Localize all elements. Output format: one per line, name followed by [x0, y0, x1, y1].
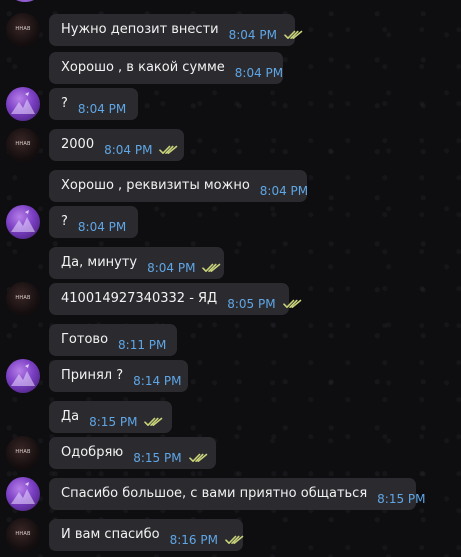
read-checkmarks-icon: [188, 453, 208, 463]
message-time: 8:04 PM: [77, 102, 127, 116]
message-text: 2000: [61, 136, 95, 152]
message-meta: 8:11 PM: [118, 339, 166, 356]
read-checkmarks-icon: [284, 30, 303, 40]
message-text: Хорошо , реквизиты можно: [61, 177, 250, 193]
message-time: 8:11 PM: [118, 338, 167, 352]
message-time: 8:04 PM: [147, 261, 196, 275]
avatar-logo-text: HHAB: [15, 26, 31, 32]
avatar[interactable]: [6, 359, 40, 393]
message-time: 8:04 PM: [104, 143, 153, 157]
message-text: Нужно депозит внести: [61, 21, 219, 37]
message-time: 8:14 PM: [133, 374, 182, 388]
message-time: 8:15 PM: [377, 492, 426, 506]
message-bubble[interactable]: Хорошо , реквизиты можно 8:04 PM: [49, 170, 308, 202]
avatar[interactable]: [6, 477, 40, 511]
message-time: 8:04 PM: [234, 66, 284, 80]
message-text: Хорошо , в какой сумме: [61, 59, 225, 75]
message-meta: 8:04 PM: [147, 262, 221, 279]
message-text: И вам спасибо: [61, 526, 160, 542]
message-bubble[interactable]: ? 8:04 PM: [49, 206, 138, 238]
message-bubble[interactable]: Да, минуту 8:04 PM: [49, 247, 224, 279]
avatar-logo-text: HHAB: [15, 141, 31, 147]
message-bubble[interactable]: Хорошо , в какой сумме 8:04 PM: [49, 52, 283, 84]
message-bubble[interactable]: 410014927340332 - ЯД 8:05 PM: [49, 283, 301, 315]
message-bubble[interactable]: 2000 8:04 PM: [49, 129, 184, 161]
avatar[interactable]: [10, 0, 40, 2]
message-meta: 8:16 PM: [170, 534, 244, 551]
message-time: 8:04 PM: [77, 220, 127, 234]
message-time: 8:16 PM: [169, 533, 218, 547]
message-meta: 8:04 PM: [104, 144, 178, 161]
message-text: Одобряю: [61, 444, 124, 460]
read-checkmarks-icon: [159, 145, 178, 155]
message-time: 8:05 PM: [227, 297, 276, 311]
message-text: ?: [61, 95, 68, 111]
read-checkmarks-icon: [225, 535, 244, 545]
avatar[interactable]: [6, 87, 40, 121]
message-meta: 8:14 PM: [133, 375, 181, 392]
message-text: 410014927340332 - ЯД: [61, 290, 218, 306]
message-text: ?: [61, 213, 68, 229]
chat-history: HHAB Нужно депозит внести 8:04 PM Хорошо , …: [0, 0, 461, 557]
message-time: 8:04 PM: [228, 28, 277, 42]
message-meta: 8:15 PM: [377, 493, 425, 510]
message-meta: 8:04 PM: [78, 221, 126, 238]
message-time: 8:15 PM: [89, 415, 138, 429]
message-meta: 8:04 PM: [260, 185, 308, 202]
message-meta: 8:15 PM: [89, 416, 163, 433]
avatar[interactable]: HHAB: [6, 13, 40, 47]
message-meta: 8:04 PM: [78, 103, 126, 120]
read-checkmarks-icon: [202, 263, 221, 273]
message-time: 8:15 PM: [133, 451, 182, 465]
avatar[interactable]: HHAB: [6, 282, 40, 316]
message-time: 8:04 PM: [259, 184, 309, 198]
message-text: Да, минуту: [61, 254, 138, 270]
message-text: Готово: [61, 331, 109, 347]
message-bubble[interactable]: Да 8:15 PM: [49, 401, 172, 433]
avatar[interactable]: HHAB: [6, 128, 40, 162]
message-meta: 8:04 PM: [229, 29, 303, 46]
message-meta: 8:04 PM: [235, 67, 283, 84]
message-text: Да: [61, 408, 80, 424]
message-bubble[interactable]: И вам спасибо 8:16 PM: [49, 519, 244, 551]
message-bubble[interactable]: Одобряю 8:15 PM: [49, 437, 216, 469]
avatar-logo-text: HHAB: [15, 295, 31, 301]
message-text: Спасибо большое, с вами приятно общаться: [61, 485, 368, 501]
message-bubble[interactable]: Спасибо большое, с вами приятно общаться…: [49, 478, 426, 510]
message-bubble[interactable]: Готово 8:11 PM: [49, 324, 177, 356]
message-bubble[interactable]: ? 8:04 PM: [49, 88, 138, 120]
read-checkmarks-icon: [282, 299, 302, 309]
avatar-logo-text: HHAB: [15, 449, 31, 455]
avatar[interactable]: HHAB: [6, 518, 40, 552]
message-text: Принял ?: [61, 367, 124, 383]
avatar[interactable]: HHAB: [6, 436, 40, 470]
read-checkmarks-icon: [144, 417, 163, 427]
avatar-logo-text: HHAB: [15, 531, 31, 537]
message-bubble[interactable]: Принял ? 8:14 PM: [49, 360, 188, 392]
avatar[interactable]: [6, 205, 40, 239]
message-meta: 8:05 PM: [227, 298, 301, 315]
message-bubble[interactable]: Нужно депозит внести 8:04 PM: [49, 14, 303, 46]
message-meta: 8:15 PM: [133, 452, 207, 469]
